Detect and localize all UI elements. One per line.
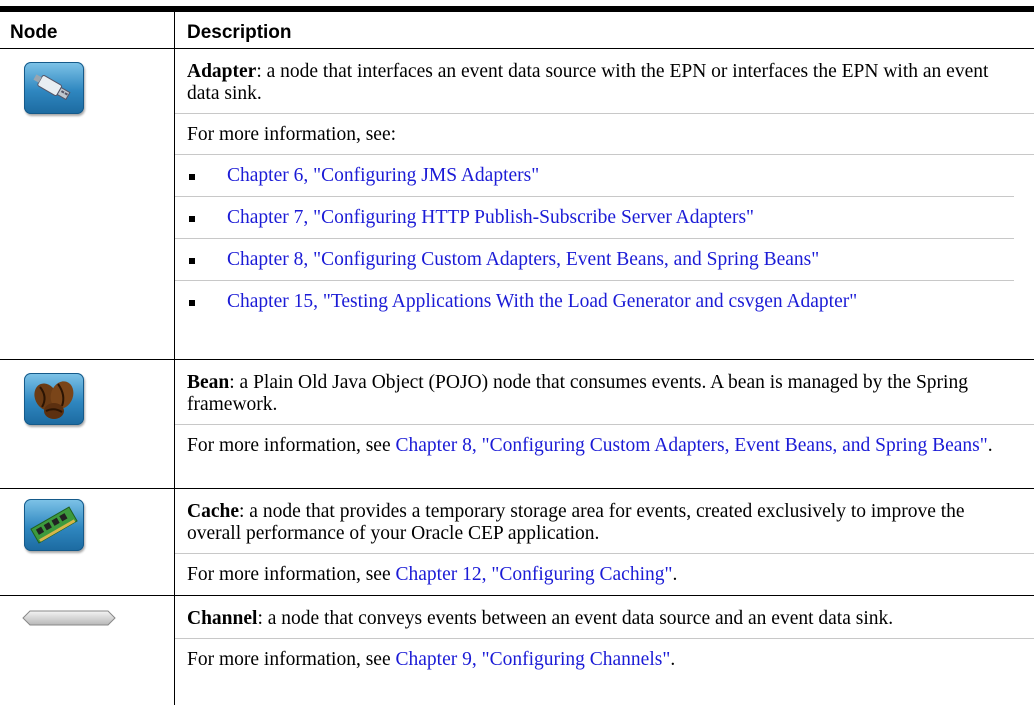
list-item: Chapter 6, "Configuring JMS Adapters"	[187, 155, 1014, 196]
more-prefix: For more information, see	[187, 563, 396, 585]
list-item: Chapter 7, "Configuring HTTP Publish-Sub…	[175, 195, 1014, 238]
table-row-cache: Cache: a node that provides a temporary …	[0, 488, 1034, 596]
list-item: Chapter 15, "Testing Applications With t…	[175, 279, 1014, 319]
channel-definition: Channel: a node that conveys events betw…	[187, 596, 1014, 630]
channel-more-info: For more information, see Chapter 9, "Co…	[187, 639, 1014, 671]
term-bean: Bean	[187, 371, 230, 393]
bean-more-info: For more information, see Chapter 8, "Co…	[187, 425, 1014, 463]
term-adapter: Adapter	[187, 60, 257, 82]
table-row-bean: Bean: a Plain Old Java Object (POJO) nod…	[0, 359, 1034, 489]
header-node: Node	[0, 6, 175, 49]
link-chapter-12[interactable]: Chapter 12, "Configuring Caching"	[396, 564, 673, 585]
bean-definition: Bean: a Plain Old Java Object (POJO) nod…	[187, 360, 1014, 416]
coffee-beans-icon	[24, 372, 84, 425]
adapter-definition: Adapter: a node that interfaces an event…	[187, 49, 1014, 105]
usb-adapter-icon	[24, 61, 84, 114]
node-cell-bean	[0, 359, 175, 489]
table-row-adapter: Adapter: a node that interfaces an event…	[0, 48, 1034, 360]
term-channel: Channel	[187, 607, 258, 629]
node-cell-adapter	[0, 48, 175, 360]
adapter-text: : a node that interfaces an event data s…	[187, 60, 989, 104]
table-row-channel: Channel: a node that conveys events betw…	[0, 595, 1034, 705]
list-item: Chapter 8, "Configuring Custom Adapters,…	[175, 237, 1014, 280]
cache-text: : a node that provides a temporary stora…	[187, 500, 965, 544]
desc-cell-adapter: Adapter: a node that interfaces an event…	[174, 48, 1034, 360]
channel-text: : a node that conveys events between an …	[257, 607, 894, 629]
more-suffix: .	[672, 563, 678, 585]
link-chapter-8[interactable]: Chapter 8, "Configuring Custom Adapters,…	[227, 249, 819, 270]
link-chapter-15[interactable]: Chapter 15, "Testing Applications With t…	[227, 291, 857, 312]
bean-text: : a Plain Old Java Object (POJO) node th…	[187, 371, 968, 415]
link-chapter-8-bean[interactable]: Chapter 8, "Configuring Custom Adapters,…	[396, 435, 988, 456]
memory-chip-icon	[24, 498, 84, 551]
desc-cell-bean: Bean: a Plain Old Java Object (POJO) nod…	[174, 359, 1034, 489]
more-prefix: For more information, see	[187, 434, 396, 456]
header-description: Description	[174, 6, 1034, 49]
adapter-links-list: Chapter 6, "Configuring JMS Adapters" Ch…	[175, 155, 1014, 319]
more-suffix: .	[987, 434, 993, 456]
channel-pipe-icon	[22, 610, 116, 625]
more-suffix: .	[670, 648, 676, 670]
desc-cell-cache: Cache: a node that provides a temporary …	[174, 488, 1034, 596]
desc-cell-channel: Channel: a node that conveys events betw…	[175, 595, 1034, 705]
more-prefix: For more information, see	[187, 648, 396, 670]
node-table: Node Description Adapter: a node that in…	[0, 6, 1034, 705]
node-cell-channel	[0, 595, 175, 705]
table-header-row: Node Description	[0, 6, 1034, 49]
node-cell-cache	[0, 488, 175, 596]
link-chapter-6[interactable]: Chapter 6, "Configuring JMS Adapters"	[227, 165, 539, 186]
cache-more-info: For more information, see Chapter 12, "C…	[187, 554, 1014, 592]
link-chapter-7[interactable]: Chapter 7, "Configuring HTTP Publish-Sub…	[227, 207, 754, 228]
cache-definition: Cache: a node that provides a temporary …	[187, 489, 1014, 545]
link-chapter-9[interactable]: Chapter 9, "Configuring Channels"	[396, 649, 671, 670]
term-cache: Cache	[187, 500, 239, 522]
adapter-more-info: For more information, see:	[187, 123, 397, 145]
